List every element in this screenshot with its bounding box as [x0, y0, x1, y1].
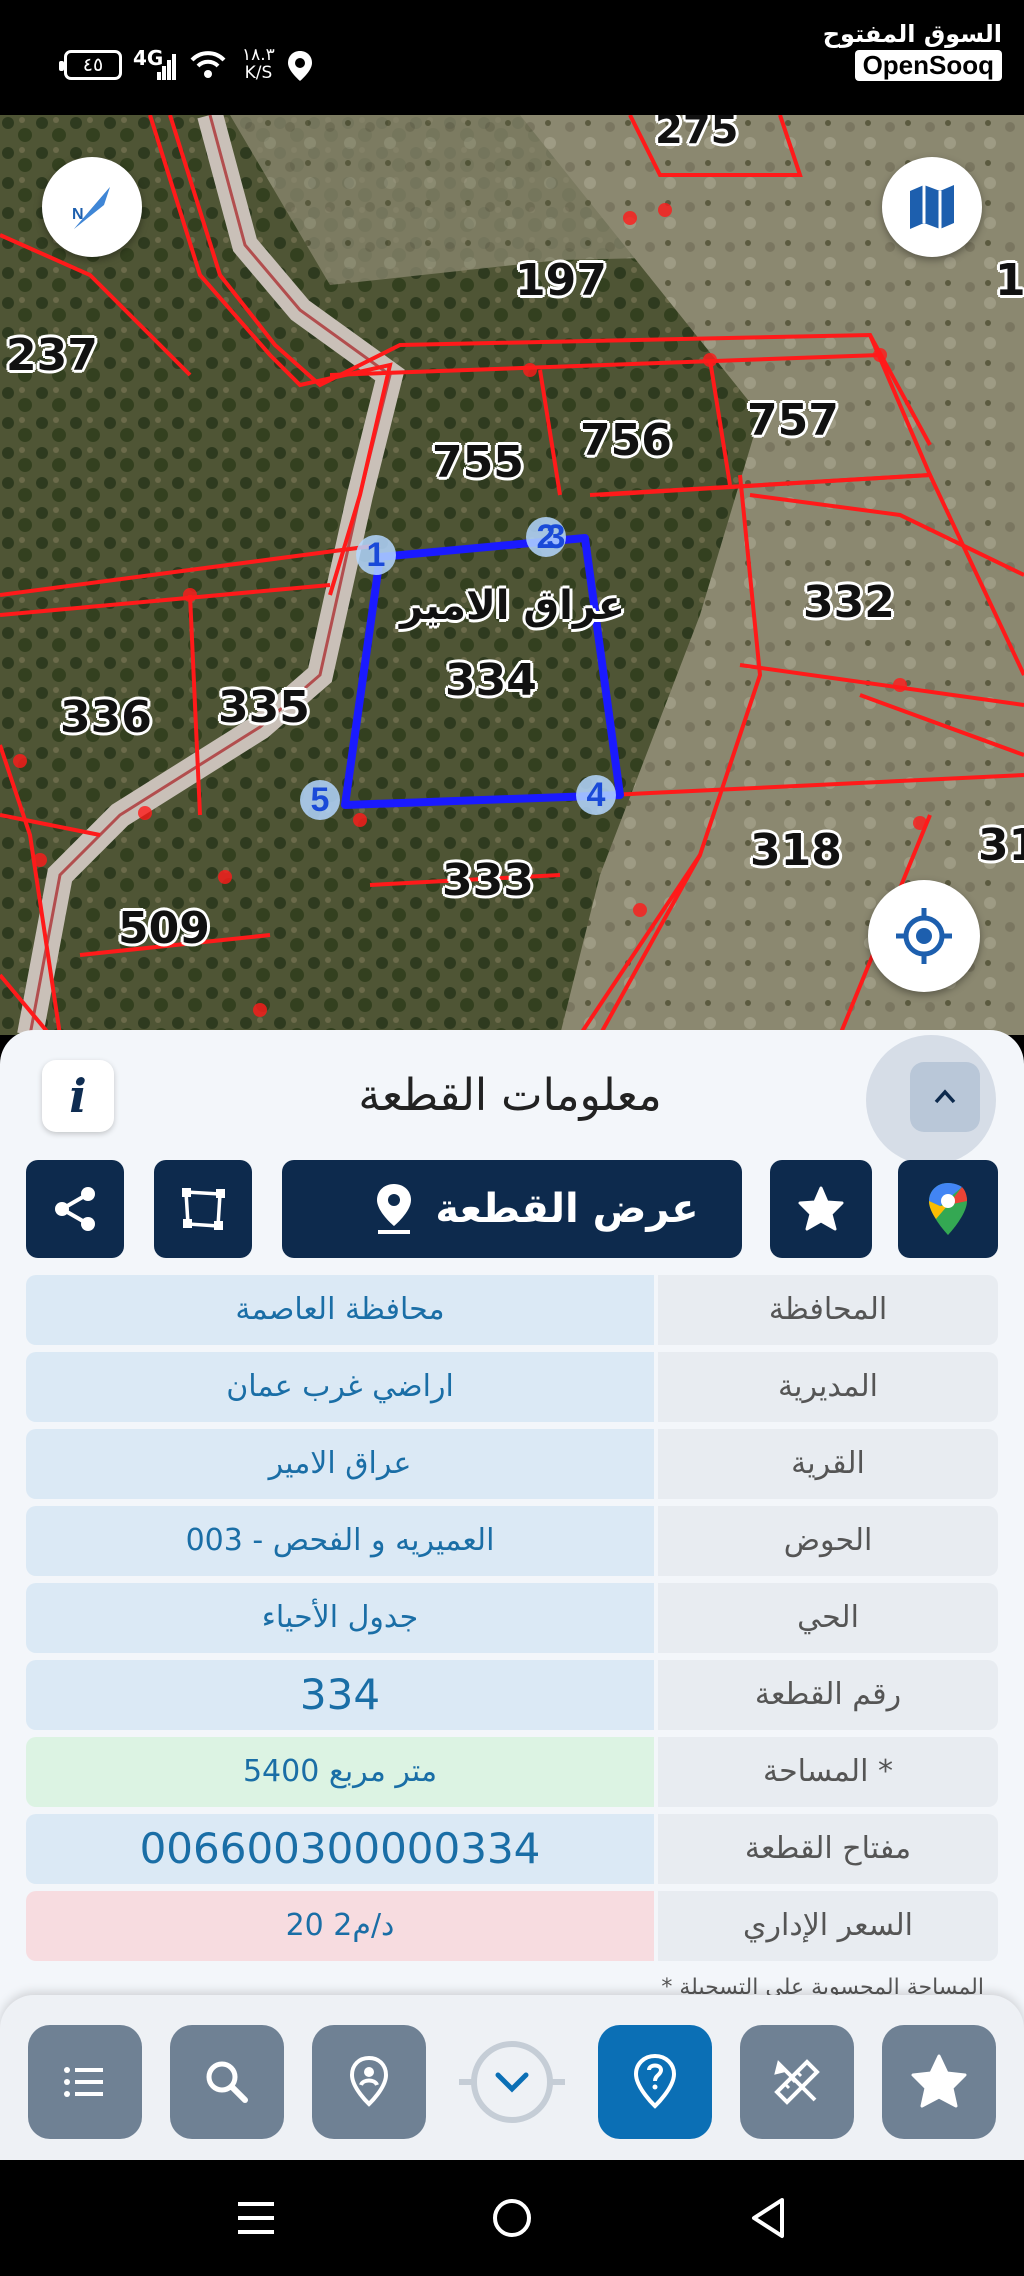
location-status-icon	[288, 51, 312, 81]
detail-row-plot-number: 334 رقم القطعة	[26, 1660, 998, 1730]
menu-list-icon	[64, 2067, 103, 2097]
detail-row-admin-price: 20 د/م2 السعر الإداري	[26, 1891, 998, 1961]
my-location-button[interactable]	[312, 2025, 426, 2139]
share-icon	[55, 1187, 95, 1231]
signal-icon	[157, 54, 176, 80]
detail-value: محافظة العاصمة	[26, 1275, 654, 1345]
svg-text:N: N	[72, 206, 84, 223]
detail-row-directorate: اراضي غرب عمان المديرية	[26, 1352, 998, 1422]
share-button[interactable]	[26, 1160, 124, 1258]
gps-target-icon	[896, 908, 952, 964]
network-speed: ١٨.٣ K/S	[242, 45, 275, 83]
collapse-button[interactable]	[910, 1062, 980, 1132]
detail-label: الحي	[658, 1583, 998, 1653]
draw-polygon-button[interactable]	[154, 1160, 252, 1258]
search-icon	[206, 2061, 248, 2103]
sheet-title: معلومات القطعة	[358, 1070, 662, 1121]
detail-row-village: عراق الامير القرية	[26, 1429, 998, 1499]
status-bar: ٤٥ 4G ١٨.٣ K/S السوق المفتوح OpenSooq	[0, 0, 1024, 115]
detail-label: مفتاح القطعة	[658, 1814, 998, 1884]
location-person-icon	[349, 2055, 389, 2107]
plot-label: 756	[580, 415, 672, 466]
vertex-marker[interactable]: 3	[536, 517, 576, 557]
plot-label: 31	[978, 820, 1024, 871]
polygon-icon	[182, 1188, 225, 1230]
detail-row-neighborhood: جدول الأحياء الحي	[26, 1583, 998, 1653]
battery-indicator: ٤٥	[59, 50, 122, 80]
star-icon	[798, 1186, 844, 1231]
detail-label: السعر الإداري	[658, 1891, 998, 1961]
home-icon[interactable]	[490, 2196, 534, 2240]
plot-label: 333	[442, 855, 534, 906]
plot-label: 318	[750, 825, 842, 876]
google-maps-button[interactable]	[898, 1160, 998, 1258]
ruler-pencil-icon	[774, 2059, 820, 2105]
plot-label: 334	[445, 655, 537, 706]
expand-toolbar-button[interactable]	[459, 2037, 565, 2127]
plot-details-table: محافظة العاصمة المحافظة اراضي غرب عمان ا…	[26, 1275, 998, 1968]
detail-row-governorate: محافظة العاصمة المحافظة	[26, 1275, 998, 1345]
help-icon	[633, 2053, 677, 2109]
village-label: عراق الامير	[400, 583, 626, 629]
bottom-toolbar	[0, 1995, 1024, 2160]
plot-label: 755	[432, 437, 524, 488]
search-button[interactable]	[170, 2025, 284, 2139]
plot-label: 336	[60, 692, 152, 743]
pin-icon	[377, 1184, 411, 1234]
plot-label: 332	[803, 577, 895, 628]
detail-value: 006600300000334	[26, 1814, 654, 1884]
map-layers-button[interactable]	[882, 157, 982, 257]
detail-row-plot-key: 006600300000334 مفتاح القطعة	[26, 1814, 998, 1884]
measure-tools-button[interactable]	[740, 2025, 854, 2139]
plot-label: 509	[118, 903, 210, 954]
chevron-up-icon	[934, 1089, 956, 1104]
show-plot-label: عرض القطعة	[435, 1186, 699, 1232]
compass-button[interactable]: N	[42, 157, 142, 257]
plot-label: 335	[218, 682, 310, 733]
wifi-icon	[190, 51, 226, 78]
map-icon	[910, 185, 954, 229]
vertex-marker[interactable]: 4	[576, 775, 616, 815]
detail-row-basin: العميريه و الفحص - 003 الحوض	[26, 1506, 998, 1576]
detail-value: 20 د/م2	[26, 1891, 654, 1961]
detail-value: العميريه و الفحص - 003	[26, 1506, 654, 1576]
detail-value: اراضي غرب عمان	[26, 1352, 654, 1422]
detail-row-area: 5400 متر مربع المساحة *	[26, 1737, 998, 1807]
menu-button[interactable]	[28, 2025, 142, 2139]
opensooq-watermark: السوق المفتوح OpenSooq	[822, 20, 1002, 81]
plot-label: 1	[995, 255, 1024, 306]
vertex-marker[interactable]: 5	[300, 780, 340, 820]
google-maps-icon	[929, 1183, 967, 1235]
detail-value: 5400 متر مربع	[26, 1737, 654, 1807]
favorite-button[interactable]	[770, 1160, 872, 1258]
plot-label: 275	[655, 115, 739, 153]
detail-value: 334	[26, 1660, 654, 1730]
detail-value: جدول الأحياء	[26, 1583, 654, 1653]
compass-arrow-icon: N	[72, 187, 110, 229]
plot-info-sheet: i معلومات القطعة عرض القطعة محافظة العاص…	[0, 1030, 1024, 2160]
detail-label: القرية	[658, 1429, 998, 1499]
help-button[interactable]	[598, 2025, 712, 2139]
favorites-button[interactable]	[882, 2025, 996, 2139]
plot-label: 237	[6, 330, 98, 381]
detail-label: رقم القطعة	[658, 1660, 998, 1730]
detail-label: المحافظة	[658, 1275, 998, 1345]
recent-apps-icon[interactable]	[234, 2198, 278, 2238]
favorite-star-icon	[911, 2054, 967, 2108]
show-plot-button[interactable]: عرض القطعة	[282, 1160, 742, 1258]
system-navigation-bar	[0, 2160, 1024, 2276]
detail-label: الحوض	[658, 1506, 998, 1576]
plot-label: 197	[515, 255, 607, 306]
satellite-map[interactable]: 275 197 237 755 756 757 332 336 335 334 …	[0, 115, 1024, 1035]
detail-value: عراق الامير	[26, 1429, 654, 1499]
back-icon[interactable]	[748, 2196, 788, 2240]
detail-label: المساحة *	[658, 1737, 998, 1807]
detail-label: المديرية	[658, 1352, 998, 1422]
chevron-down-icon	[459, 2041, 565, 2123]
info-button[interactable]: i	[42, 1060, 114, 1132]
plot-label: 757	[747, 395, 839, 446]
locate-me-button[interactable]	[868, 880, 980, 992]
vertex-marker[interactable]: 1	[356, 535, 396, 575]
